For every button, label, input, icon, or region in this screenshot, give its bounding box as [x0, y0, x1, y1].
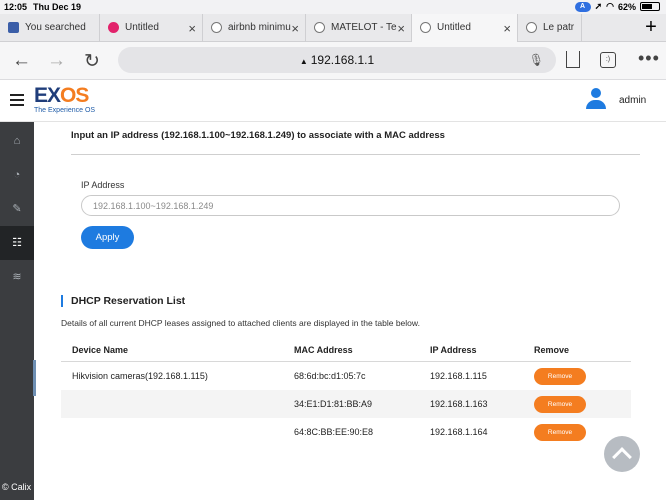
browser-tab-6[interactable]: Le patr: [518, 13, 582, 42]
mac-address: 68:6d:bc:d1:05:7c: [294, 371, 366, 381]
wifi-icon[interactable]: ≋: [0, 260, 34, 294]
close-tab-icon[interactable]: ×: [397, 21, 405, 36]
close-tab-icon[interactable]: ×: [503, 21, 511, 36]
browser-tab-3[interactable]: airbnb minimu ×: [203, 13, 306, 42]
tab-overview-button[interactable]: :): [600, 52, 616, 68]
forward-arrow-icon[interactable]: →: [47, 50, 66, 72]
globe-favicon-icon: [314, 22, 325, 33]
new-tab-button[interactable]: +: [636, 16, 666, 39]
browser-tab-1[interactable]: You searched: [0, 13, 100, 42]
copyright-footer: © Calix I: [2, 482, 37, 492]
advanced-settings-icon[interactable]: ☷: [0, 226, 34, 260]
browser-tab-5[interactable]: Untitled ×: [412, 13, 518, 42]
reservation-list-description: Details of all current DHCP leases assig…: [61, 318, 420, 328]
globe-favicon-icon: [526, 22, 537, 33]
logo-accent: OS: [60, 84, 89, 107]
more-options-icon[interactable]: •••: [638, 48, 660, 69]
device-name: Hikvision cameras(192.168.1.115): [72, 371, 208, 381]
column-header-ip: IP Address: [430, 345, 477, 355]
close-tab-icon[interactable]: ×: [188, 21, 196, 36]
back-arrow-icon[interactable]: ←: [12, 50, 31, 72]
browser-tab-4[interactable]: MATELOT - Te ×: [306, 13, 412, 42]
remove-button[interactable]: Remove: [534, 368, 586, 385]
column-header-mac: MAC Address: [294, 345, 353, 355]
logo-main: EX: [34, 84, 61, 107]
browser-toolbar: ← → ↻ ▲ 192.168.1.1 🎙 :) •••: [0, 42, 666, 80]
remove-button[interactable]: Remove: [534, 424, 586, 441]
hamburger-menu-icon[interactable]: [10, 94, 24, 106]
table-header: Device Name MAC Address IP Address Remov…: [61, 338, 631, 362]
wrench-icon[interactable]: ✎: [0, 192, 34, 226]
table-row: Hikvision cameras(192.168.1.115) 68:6d:b…: [61, 362, 631, 390]
browser-tab-strip: You searched Untitled × airbnb minimu × …: [0, 13, 666, 42]
mac-address: 34:E1:D1:81:BB:A9: [294, 399, 373, 409]
remove-button[interactable]: Remove: [534, 396, 586, 413]
reload-icon[interactable]: ↻: [84, 50, 100, 73]
main-content: Input an IP address (192.168.1.100~192.1…: [34, 122, 666, 500]
address-bar[interactable]: ▲ 192.168.1.1 🎙: [118, 47, 556, 73]
chevron-up-icon: [612, 447, 632, 467]
tab-label: Untitled: [125, 22, 159, 33]
ip-address: 192.168.1.163: [430, 399, 488, 409]
status-bar: 12:05 Thu Dec 19 A ➚ ◠ 62%: [0, 0, 666, 14]
ip-address-label: IP Address: [81, 180, 125, 190]
document-favicon-icon: [8, 22, 19, 33]
close-tab-icon[interactable]: ×: [291, 21, 299, 36]
column-header-remove: Remove: [534, 345, 570, 355]
ip-address: 192.168.1.115: [430, 371, 487, 381]
exos-logo: EXOS The Experience OS: [34, 84, 96, 115]
app-favicon-icon: [108, 22, 119, 33]
lock-icon: ▲: [299, 57, 308, 66]
ip-instruction: Input an IP address (192.168.1.100~192.1…: [71, 130, 445, 141]
username[interactable]: admin: [619, 95, 646, 106]
browser-tab-2[interactable]: Untitled ×: [100, 13, 203, 42]
tab-label: Le patr: [543, 22, 575, 33]
battery-icon: [640, 2, 660, 11]
ip-address: 192.168.1.164: [430, 427, 488, 437]
column-header-device: Device Name: [72, 345, 129, 355]
share-icon[interactable]: [566, 51, 580, 68]
tab-label: You searched: [25, 22, 86, 33]
status-time: 12:05: [4, 2, 28, 12]
table-row: 64:8C:BB:EE:90:E8 192.168.1.164 Remove: [61, 418, 631, 446]
globe-favicon-icon: [420, 22, 431, 33]
globe-favicon-icon: [211, 22, 222, 33]
location-icon: ➚: [594, 1, 603, 11]
logo-tagline: The Experience OS: [34, 107, 96, 114]
home-icon[interactable]: ⌂: [0, 124, 34, 158]
reservation-list-title: DHCP Reservation List: [61, 295, 185, 307]
reservation-table: Device Name MAC Address IP Address Remov…: [61, 338, 631, 446]
app-header: EXOS The Experience OS admin: [0, 80, 666, 122]
tab-label: MATELOT - Te: [331, 22, 397, 33]
url-text: 192.168.1.1: [310, 53, 375, 67]
sidebar: ⌂ ◔ ✎ ☷ ≋: [0, 122, 34, 500]
user-avatar-icon[interactable]: [585, 88, 607, 110]
section-divider: [71, 154, 640, 155]
microphone-icon[interactable]: 🎙: [529, 47, 544, 73]
tab-label: airbnb minimu: [228, 22, 291, 33]
scroll-to-top-button[interactable]: [604, 436, 640, 472]
mac-address: 64:8C:BB:EE:90:E8: [294, 427, 374, 437]
status-date: Thu Dec 19: [33, 2, 82, 12]
status-indicators: A ➚ ◠ 62%: [574, 1, 660, 12]
wifi-icon: ◠: [606, 1, 614, 11]
battery-percent: 62%: [617, 1, 636, 12]
assistant-badge: A: [574, 1, 591, 12]
dashboard-gauge-icon[interactable]: ◔: [0, 158, 34, 192]
apply-button[interactable]: Apply: [81, 226, 134, 249]
table-row: 34:E1:D1:81:BB:A9 192.168.1.163 Remove: [61, 390, 631, 418]
ip-address-input[interactable]: [81, 195, 620, 216]
tab-label: Untitled: [437, 22, 471, 33]
